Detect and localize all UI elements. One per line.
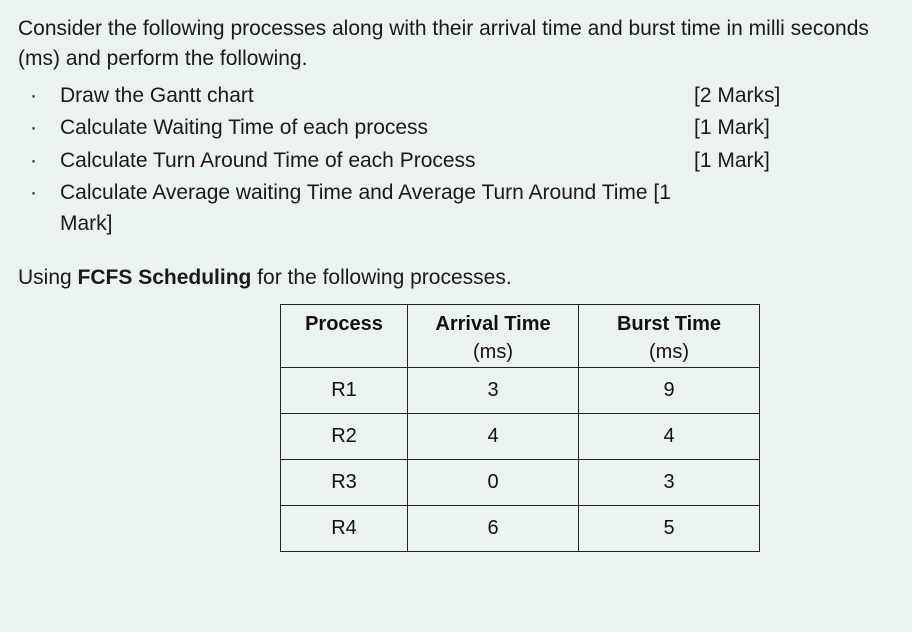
cell-burst: 9: [579, 367, 760, 413]
bullet-dot-icon: ·: [18, 113, 60, 143]
col-arrival: Arrival Time (ms): [408, 304, 579, 367]
col-burst: Burst Time (ms): [579, 304, 760, 367]
cell-burst: 3: [579, 459, 760, 505]
task-text: Draw the Gantt chart: [60, 81, 694, 111]
task-text: Calculate Waiting Time of each process: [60, 113, 694, 143]
bullet-dot-icon: ·: [18, 81, 60, 111]
cell-arrival: 6: [408, 505, 579, 551]
list-item: · Calculate Average waiting Time and Ave…: [18, 178, 894, 239]
table-row: R2 4 4: [281, 413, 760, 459]
task-marks: [1 Mark]: [694, 146, 894, 176]
table-row: R3 0 3: [281, 459, 760, 505]
cell-burst: 4: [579, 413, 760, 459]
instr-suffix: for the following processes.: [251, 266, 511, 289]
process-table: Process Arrival Time (ms) Burst Time (ms…: [280, 304, 760, 552]
bullet-dot-icon: ·: [18, 178, 60, 208]
table-header-row: Process Arrival Time (ms) Burst Time (ms…: [281, 304, 760, 367]
task-marks: [1 Mark]: [694, 113, 894, 143]
cell-arrival: 4: [408, 413, 579, 459]
cell-arrival: 0: [408, 459, 579, 505]
task-text: Calculate Average waiting Time and Avera…: [60, 178, 694, 239]
instr-algorithm: FCFS Scheduling: [78, 266, 252, 289]
instr-prefix: Using: [18, 266, 78, 289]
col-process: Process: [281, 304, 408, 367]
cell-arrival: 3: [408, 367, 579, 413]
task-marks: [2 Marks]: [694, 81, 894, 111]
list-item: · Calculate Waiting Time of each process…: [18, 113, 894, 143]
question-page: Consider the following processes along w…: [0, 0, 912, 562]
cell-process: R1: [281, 367, 408, 413]
bullet-dot-icon: ·: [18, 146, 60, 176]
scheduling-instruction: Using FCFS Scheduling for the following …: [18, 263, 894, 293]
cell-process: R2: [281, 413, 408, 459]
cell-process: R3: [281, 459, 408, 505]
task-list: · Draw the Gantt chart [2 Marks] · Calcu…: [18, 81, 894, 239]
task-text: Calculate Turn Around Time of each Proce…: [60, 146, 694, 176]
question-intro: Consider the following processes along w…: [18, 14, 894, 75]
cell-burst: 5: [579, 505, 760, 551]
cell-process: R4: [281, 505, 408, 551]
list-item: · Draw the Gantt chart [2 Marks]: [18, 81, 894, 111]
table-row: R4 6 5: [281, 505, 760, 551]
table-row: R1 3 9: [281, 367, 760, 413]
list-item: · Calculate Turn Around Time of each Pro…: [18, 146, 894, 176]
